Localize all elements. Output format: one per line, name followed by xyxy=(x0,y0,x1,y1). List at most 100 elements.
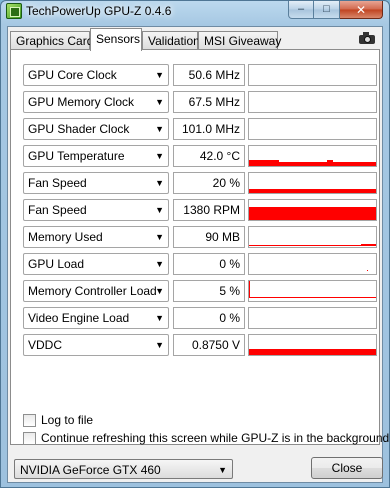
maximize-button[interactable]: □ xyxy=(314,1,340,19)
sensor-value: 42.0 °C xyxy=(199,149,240,163)
continue-refreshing-checkbox[interactable] xyxy=(23,431,36,445)
sensor-row: VDDC ▼ 0.8750 V xyxy=(23,334,377,356)
sensor-name-label: Fan Speed xyxy=(28,176,87,190)
sensor-graph[interactable] xyxy=(248,334,377,356)
sensor-name-label: GPU Load xyxy=(28,257,85,271)
sensor-value: 90 MB xyxy=(205,230,240,244)
sensor-row: GPU Core Clock ▼ 50.6 MHz xyxy=(23,64,377,86)
sensor-name-select[interactable]: Video Engine Load ▼ xyxy=(23,307,169,329)
sensor-graph[interactable] xyxy=(248,118,377,140)
tab-sensors[interactable]: Sensors xyxy=(90,28,142,51)
screenshot-camera-icon[interactable] xyxy=(359,32,376,44)
graph-fill xyxy=(249,160,279,166)
sensor-graph[interactable] xyxy=(248,307,377,329)
sensor-graph-plot xyxy=(249,119,376,139)
chevron-down-icon: ▼ xyxy=(155,232,164,242)
sensor-name-select[interactable]: GPU Load ▼ xyxy=(23,253,169,275)
sensor-name-select[interactable]: GPU Core Clock ▼ xyxy=(23,64,169,86)
sensor-value: 67.5 MHz xyxy=(188,95,240,109)
minimize-button[interactable]: – xyxy=(288,1,314,19)
sensor-name-label: Memory Controller Load xyxy=(28,284,157,298)
gpuz-window: TechPowerUp GPU-Z 0.4.6 – □ ✕ Graphics C… xyxy=(0,0,390,488)
tab-graphics-card[interactable]: Graphics Card xyxy=(10,31,93,50)
graph-fill xyxy=(249,207,376,220)
sensor-graph-plot xyxy=(249,92,376,112)
sensor-graph[interactable] xyxy=(248,253,377,275)
sensor-row: Memory Controller Load ▼ 5 % xyxy=(23,280,377,302)
sensor-name-label: GPU Memory Clock xyxy=(28,95,135,109)
sensor-graph-plot xyxy=(249,308,376,328)
sensor-graph[interactable] xyxy=(248,199,377,221)
sensor-name-select[interactable]: GPU Shader Clock ▼ xyxy=(23,118,169,140)
sensor-value-box: 42.0 °C xyxy=(173,145,245,167)
sensor-name-label: Video Engine Load xyxy=(28,311,130,325)
chevron-down-icon: ▼ xyxy=(155,313,164,323)
tab-validation[interactable]: Validation xyxy=(142,31,200,50)
sensor-value-box: 101.0 MHz xyxy=(173,118,245,140)
window-title: TechPowerUp GPU-Z 0.4.6 xyxy=(26,4,172,18)
tab-msi-giveaway[interactable]: MSI Giveaway xyxy=(198,31,281,50)
sensor-value-box: 0 % xyxy=(173,307,245,329)
chevron-down-icon: ▼ xyxy=(155,259,164,269)
sensor-graph[interactable] xyxy=(248,64,377,86)
sensor-graph-plot xyxy=(249,189,376,193)
sensor-row: Fan Speed ▼ 1380 RPM xyxy=(23,199,377,221)
sensor-graph-plot xyxy=(249,244,376,246)
close-window-button[interactable]: ✕ xyxy=(340,1,383,19)
graph-fill xyxy=(249,297,376,298)
sensor-graph[interactable] xyxy=(248,172,377,194)
sensor-name-label: GPU Shader Clock xyxy=(28,122,130,136)
graph-fill xyxy=(361,244,376,246)
chevron-down-icon: ▼ xyxy=(155,340,164,350)
graph-fill xyxy=(249,349,376,355)
device-select[interactable]: NVIDIA GeForce GTX 460 ▼ xyxy=(14,459,233,479)
sensor-name-label: VDDC xyxy=(28,338,63,352)
sensor-graph[interactable] xyxy=(248,145,377,167)
sensor-name-label: Fan Speed xyxy=(28,203,87,217)
graph-fill xyxy=(333,162,376,166)
title-bar[interactable]: TechPowerUp GPU-Z 0.4.6 – □ ✕ xyxy=(1,1,389,23)
client-area: Graphics Card Sensors Validation MSI Giv… xyxy=(7,26,389,483)
sensor-graph-plot xyxy=(249,281,376,298)
sensor-graph[interactable] xyxy=(248,226,377,248)
sensor-name-select[interactable]: Fan Speed ▼ xyxy=(23,172,169,194)
sensor-value: 0 % xyxy=(219,311,240,325)
sensor-row: GPU Load ▼ 0 % xyxy=(23,253,377,275)
sensor-name-select[interactable]: Memory Used ▼ xyxy=(23,226,169,248)
sensors-panel: GPU Core Clock ▼ 50.6 MHz GPU Memory Clock ▼… xyxy=(10,49,389,445)
sensor-name-label: GPU Temperature xyxy=(28,149,125,163)
sensor-name-select[interactable]: GPU Memory Clock ▼ xyxy=(23,91,169,113)
sensor-row: GPU Temperature ▼ 42.0 °C xyxy=(23,145,377,167)
chevron-down-icon: ▼ xyxy=(155,97,164,107)
tab-bar: Graphics Card Sensors Validation MSI Giv… xyxy=(8,28,382,51)
log-to-file-option[interactable]: Log to file xyxy=(23,412,93,428)
graph-fill xyxy=(327,160,333,166)
chevron-down-icon: ▼ xyxy=(155,286,164,296)
sensor-graph-plot xyxy=(249,65,376,85)
sensor-graph-plot xyxy=(249,349,376,355)
sensor-name-select[interactable]: Fan Speed ▼ xyxy=(23,199,169,221)
sensor-value-box: 67.5 MHz xyxy=(173,91,245,113)
graph-fill xyxy=(367,270,368,271)
sensor-row: Video Engine Load ▼ 0 % xyxy=(23,307,377,329)
device-select-value: NVIDIA GeForce GTX 460 xyxy=(20,463,161,477)
sensor-name-select[interactable]: VDDC ▼ xyxy=(23,334,169,356)
sensor-value: 5 % xyxy=(219,284,240,298)
chevron-down-icon: ▼ xyxy=(155,124,164,134)
continue-refreshing-option[interactable]: Continue refreshing this screen while GP… xyxy=(23,430,389,446)
chevron-down-icon: ▼ xyxy=(155,205,164,215)
close-button[interactable]: Close xyxy=(311,457,383,479)
sensor-name-select[interactable]: Memory Controller Load ▼ xyxy=(23,280,169,302)
sensor-value: 20 % xyxy=(212,176,240,190)
log-to-file-label: Log to file xyxy=(41,413,94,427)
graph-fill xyxy=(249,189,376,193)
sensor-name-label: GPU Core Clock xyxy=(28,68,117,82)
sensor-graph[interactable] xyxy=(248,91,377,113)
sensor-value-box: 90 MB xyxy=(173,226,245,248)
sensor-graph[interactable] xyxy=(248,280,377,302)
sensor-value: 101.0 MHz xyxy=(181,122,240,136)
window-controls: – □ ✕ xyxy=(288,1,383,19)
log-to-file-checkbox[interactable] xyxy=(23,413,36,427)
sensor-name-select[interactable]: GPU Temperature ▼ xyxy=(23,145,169,167)
sensor-value-box: 1380 RPM xyxy=(173,199,245,221)
